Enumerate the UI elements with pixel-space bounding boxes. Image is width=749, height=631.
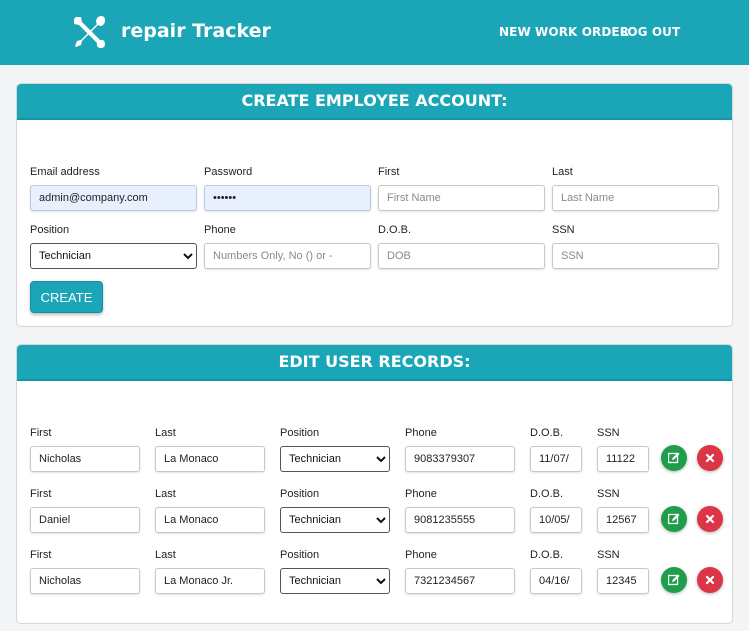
record-dob-field[interactable] [530, 568, 582, 594]
record-first-label: First [30, 549, 52, 561]
first-name-label: First [378, 166, 400, 178]
delete-record-button[interactable] [697, 567, 723, 593]
record-first-label: First [30, 488, 52, 500]
edit-record-button[interactable] [661, 445, 687, 471]
edit-icon [668, 574, 680, 586]
record-ssn-label: SSN [597, 427, 620, 439]
last-name-label: Last [552, 166, 573, 178]
close-icon [705, 514, 715, 524]
phone-field[interactable] [204, 243, 371, 269]
record-ssn-field[interactable] [597, 568, 649, 594]
close-icon [705, 453, 715, 463]
ssn-label: SSN [552, 224, 575, 236]
record-last-field[interactable] [155, 507, 265, 533]
record-dob-label: D.O.B. [530, 549, 564, 561]
record-last-field[interactable] [155, 446, 265, 472]
record-dob-label: D.O.B. [530, 427, 564, 439]
record-ssn-field[interactable] [597, 446, 649, 472]
record-position-label: Position [280, 549, 320, 561]
edit-record-button[interactable] [661, 567, 687, 593]
record-position-field[interactable]: Technician [280, 568, 390, 594]
wrench-screwdriver-icon [74, 16, 105, 48]
position-select[interactable]: Technician [30, 243, 197, 269]
edit-card-title: EDIT USER RECORDS: [17, 345, 732, 381]
record-position-label: Position [280, 488, 320, 500]
email-field[interactable] [30, 185, 197, 211]
record-dob-field[interactable] [530, 446, 582, 472]
dob-label: D.O.B. [378, 224, 412, 236]
record-phone-label: Phone [405, 488, 437, 500]
record-phone-field[interactable] [405, 568, 515, 594]
record-last-label: Last [155, 488, 176, 500]
position-label: Position [30, 224, 70, 236]
password-field[interactable] [204, 185, 371, 211]
record-dob-field[interactable] [530, 507, 582, 533]
ssn-field[interactable] [552, 243, 719, 269]
nav-new-work-order[interactable]: NEW WORK ORDER [499, 25, 629, 39]
record-phone-field[interactable] [405, 507, 515, 533]
record-phone-label: Phone [405, 427, 437, 439]
create-employee-card: CREATE EMPLOYEE ACCOUNT: Email address P… [16, 83, 733, 327]
close-icon [705, 575, 715, 585]
record-first-field[interactable] [30, 446, 140, 472]
create-button[interactable]: CREATE [30, 281, 103, 313]
edit-records-card: EDIT USER RECORDS: First Last Position Tech… [16, 344, 733, 624]
create-card-title: CREATE EMPLOYEE ACCOUNT: [17, 84, 732, 120]
edit-record-button[interactable] [661, 506, 687, 532]
record-position-field[interactable]: Technician [280, 507, 390, 533]
record-ssn-field[interactable] [597, 507, 649, 533]
record-position-label: Position [280, 427, 320, 439]
password-label: Password [204, 166, 253, 178]
nav-logout[interactable]: LOG OUT [620, 25, 680, 39]
record-first-field[interactable] [30, 507, 140, 533]
record-phone-label: Phone [405, 549, 437, 561]
record-last-label: Last [155, 549, 176, 561]
edit-icon [668, 452, 680, 464]
dob-field[interactable] [378, 243, 545, 269]
record-last-label: Last [155, 427, 176, 439]
last-name-field[interactable] [552, 185, 719, 211]
record-first-label: First [30, 427, 52, 439]
top-bar: repair Tracker NEW WORK ORDER LOG OUT [0, 0, 749, 65]
phone-label: Phone [204, 224, 236, 236]
brand-title: repair Tracker [121, 20, 271, 42]
edit-icon [668, 513, 680, 525]
email-label: Email address [30, 166, 100, 178]
record-ssn-label: SSN [597, 488, 620, 500]
delete-record-button[interactable] [697, 506, 723, 532]
record-ssn-label: SSN [597, 549, 620, 561]
delete-record-button[interactable] [697, 445, 723, 471]
record-last-field[interactable] [155, 568, 265, 594]
first-name-field[interactable] [378, 185, 545, 211]
record-position-field[interactable]: Technician [280, 446, 390, 472]
record-phone-field[interactable] [405, 446, 515, 472]
record-dob-label: D.O.B. [530, 488, 564, 500]
record-first-field[interactable] [30, 568, 140, 594]
